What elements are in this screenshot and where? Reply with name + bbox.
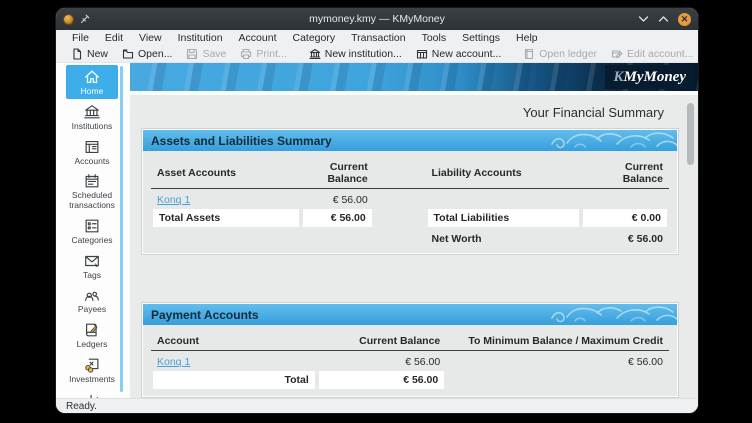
view-sidebar: Home Institutions Accounts Scheduled tra… [56,63,130,398]
main-toolbar: New Open... Save Print... New institutio… [56,45,698,63]
minimize-button[interactable] [638,15,649,23]
asset-account-row: Konq 1 € 56.00 [151,191,669,208]
sidebar-item-investments[interactable]: Investments [66,353,118,387]
menu-view[interactable]: View [131,32,170,44]
financial-summary-page: Your Financial Summary Assets and Liabil… [130,95,698,398]
assets-section-header: Assets and Liabilities Summary [143,130,677,151]
print-icon [240,48,252,60]
payments-total-row: Total € 56.00 [151,370,669,390]
save-button: Save [179,48,233,60]
total-assets-value: € 56.00 [303,209,372,227]
ledger-icon [523,48,535,60]
net-worth-label: Net Worth [426,230,581,247]
open-folder-icon [122,48,134,60]
sidebar-item-home[interactable]: Home [66,65,118,99]
status-bar: Ready. [56,398,698,413]
new-file-button[interactable]: New [64,48,115,60]
sidebar-item-scheduled[interactable]: Scheduled transactions [66,169,118,213]
new-account-button[interactable]: New account... [409,48,508,60]
net-worth-row: Net Worth € 56.00 [151,230,669,247]
sidebar-scrollbar[interactable] [120,66,123,392]
edit-account-icon [611,48,623,60]
menu-settings[interactable]: Settings [454,32,508,44]
menu-edit[interactable]: Edit [97,32,131,44]
bank-icon [309,48,321,60]
page-title: Your Financial Summary [142,105,664,120]
flourish-decoration [547,304,677,325]
save-icon [186,48,198,60]
close-button[interactable]: ✕ [678,13,691,26]
col-current-balance: Current Balance [301,159,374,185]
accounts-icon [83,138,101,156]
payments-total-label: Total [153,371,315,389]
categories-icon [83,217,101,235]
sidebar-item-reports[interactable]: Reports [66,388,118,398]
sidebar-item-accounts[interactable]: Accounts [66,135,118,169]
kmymoney-banner: KMyMoney [130,63,698,91]
assets-table-header: Asset Accounts Current Balance Liability… [151,159,669,189]
sidebar-item-payees[interactable]: Payees [66,283,118,317]
home-icon [83,68,101,86]
col-current-balance: Current Balance [317,333,447,347]
title-bar[interactable]: mymoney.kmy — KMyMoney ✕ [56,8,698,30]
calendar-icon [83,172,101,190]
sidebar-item-categories[interactable]: Categories [66,214,118,248]
status-text: Ready. [66,401,97,412]
open-file-button[interactable]: Open... [115,48,179,60]
total-liabilities-value: € 0.00 [583,209,667,227]
total-liabilities-label: Total Liabilities [428,209,579,227]
net-worth-value: € 56.00 [581,230,669,247]
menu-transaction[interactable]: Transaction [343,32,413,44]
asset-balance-value: € 56.00 [301,191,374,208]
flourish-decoration [547,130,677,151]
payees-icon [83,286,101,304]
window-title: mymoney.kmy — KMyMoney [183,13,571,25]
menu-institution[interactable]: Institution [170,32,231,44]
tags-envelope-icon [83,252,101,270]
assets-liabilities-section: Assets and Liabilities Summary Asset Acc… [142,129,678,254]
reports-icon [83,391,101,398]
col-liability-accounts: Liability Accounts [426,165,581,179]
col-current-balance: Current Balance [581,159,669,185]
new-document-icon [71,48,83,60]
pin-icon[interactable] [80,14,90,24]
ledgers-icon [83,321,101,339]
col-account: Account [151,333,317,347]
menu-bar: File Edit View Institution Account Categ… [56,30,698,45]
col-min-max: To Minimum Balance / Maximum Credit [446,333,669,347]
payment-balance-value: € 56.00 [317,353,447,370]
total-assets-label: Total Assets [153,209,299,227]
payments-section-header: Payment Accounts [143,304,677,325]
menu-tools[interactable]: Tools [414,32,455,44]
col-asset-accounts: Asset Accounts [151,165,301,179]
main-scrollbar-thumb[interactable] [687,103,694,165]
maximize-button[interactable] [658,15,669,23]
menu-account[interactable]: Account [231,32,285,44]
totals-row: Total Assets € 56.00 Total Liabilities €… [151,208,669,228]
account-link-konq1[interactable]: Konq 1 [157,194,190,206]
menu-file[interactable]: File [64,32,97,44]
home-view: KMyMoney Your Financial Summary Assets a… [130,63,698,398]
edit-account-button: Edit account... [604,48,698,60]
sidebar-item-institutions[interactable]: Institutions [66,100,118,134]
payment-accounts-section: Payment Accounts Account Current Balance [142,303,678,397]
sidebar-item-tags[interactable]: Tags [66,249,118,283]
menu-category[interactable]: Category [285,32,344,44]
kmymoney-logo: KMyMoney [605,65,694,89]
account-link-konq1[interactable]: Konq 1 [157,356,190,368]
payment-account-row: Konq 1 € 56.00 € 56.00 [151,353,669,370]
account-card-icon [416,48,428,60]
payments-total-value: € 56.00 [319,371,445,389]
new-institution-button[interactable]: New institution... [302,48,409,60]
sidebar-item-ledgers[interactable]: Ledgers [66,318,118,352]
payments-table-header: Account Current Balance To Minimum Balan… [151,333,669,351]
kmymoney-app-icon [63,14,74,25]
bank-icon [83,103,101,121]
payment-minmax-value: € 56.00 [446,353,669,370]
kmymoney-window: mymoney.kmy — KMyMoney ✕ File Edit View … [56,8,698,413]
open-ledger-button: Open ledger [516,48,604,60]
investments-icon [83,356,101,374]
menu-help[interactable]: Help [508,32,546,44]
print-button: Print... [233,48,293,60]
